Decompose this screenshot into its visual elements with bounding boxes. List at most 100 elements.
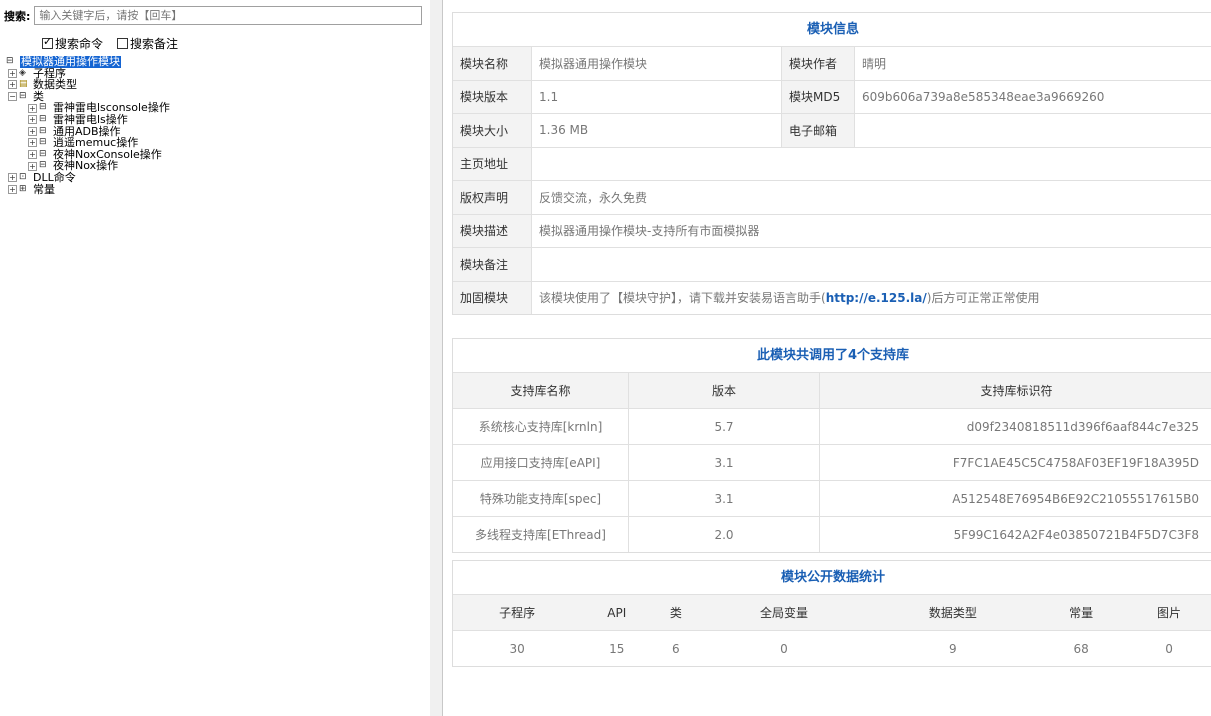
splitter[interactable] [430,0,443,716]
info-label: 模块版本 [453,79,532,114]
info-row: 模块版本 1.1 模块MD5 609b606a739a8e585348eae3a… [453,79,1211,114]
libraries-panel: 此模块共调用了4个支持库 支持库名称 版本 支持库标识符 系统核心支持库[krn… [452,338,1211,553]
table-row: 特殊功能支持库[spec] 3.1 A512548E76954B6E92C210… [453,480,1211,517]
collapse-icon[interactable]: − [8,92,17,102]
tree-item-label[interactable]: 雷神雷电ls操作 [53,114,128,126]
module-info-table: 模块名称 模拟器通用操作模块 模块作者 晴明 模块版本 1.1 模块MD5 60… [453,46,1211,314]
tree-item-class[interactable]: + ⊟ 逍遥memuc操作 [6,137,170,149]
info-label: 模块描述 [453,213,532,248]
library-version: 5.7 [628,408,820,445]
libraries-title: 此模块共调用了4个支持库 [756,348,910,363]
stats-header-row: 子程序 API 类 全局变量 数据类型 常量 图片 [453,594,1211,631]
class-icon: ⊟ [39,102,47,113]
expand-icon[interactable]: + [28,126,37,136]
tree-item-label[interactable]: 逍遥memuc操作 [53,137,138,149]
library-name: 特殊功能支持库[spec] [453,480,629,517]
stat-value: 15 [581,630,653,666]
class-icon: ⊟ [39,113,47,124]
tree-item-label[interactable]: 常量 [33,183,55,196]
module-info-title: 模块信息 [806,22,859,37]
info-row: 模块大小 1.36 MB 电子邮箱 [453,113,1211,147]
info-row: 模块备注 [453,247,1211,281]
expand-icon[interactable]: + [8,184,17,194]
expand-icon[interactable]: + [28,150,37,160]
library-id: F7FC1AE45C5C4758AF03EF19F18A395D [819,444,1211,481]
stats-table: 子程序 API 类 全局变量 数据类型 常量 图片 30 15 6 0 9 68… [453,594,1211,666]
expand-icon[interactable]: + [28,138,37,148]
info-value: 模拟器通用操作模块-支持所有市面模拟器 [531,213,1211,248]
library-id: 5F99C1642A2F4e03850721B4F5D7C3F8 [819,516,1211,552]
tree-item-root[interactable]: ⊟ 模拟器通用操作模块 [6,56,170,68]
stat-value: 0 [1125,630,1211,666]
info-value: 1.1 [531,79,782,114]
helper-download-link[interactable]: http://e.125.la/ [826,291,927,305]
stat-value: 68 [1037,630,1126,666]
search-row: 搜索: [4,6,423,25]
column-header: 类 [652,594,700,631]
table-row: 应用接口支持库[eAPI] 3.1 F7FC1AE45C5C4758AF03EF… [453,444,1211,481]
right-panel: 模块信息 模块名称 模拟器通用操作模块 模块作者 晴明 模块版本 1.1 模块M… [443,0,1211,716]
tree-item-label[interactable]: 模拟器通用操作模块 [20,56,121,68]
class-icon: ⊟ [39,137,47,148]
class-icon: ⊟ [19,90,27,101]
expand-icon[interactable]: + [28,115,37,125]
expand-icon[interactable]: + [28,103,37,113]
datatype-icon: ▤ [19,79,28,90]
search-remarks-checkbox[interactable]: 搜索备注 [117,35,178,52]
column-header: 版本 [628,372,820,409]
search-options: 搜索命令 搜索备注 [42,35,178,52]
tree-item-datatypes[interactable]: + ▤ 数据类型 [6,79,170,91]
checkbox-label: 搜索备注 [130,37,179,51]
checkbox-unchecked-icon[interactable] [117,38,129,49]
stat-value: 6 [652,630,700,666]
tree-item-class[interactable]: + ⊟ 雷神雷电ls操作 [6,114,170,126]
info-value [531,247,1211,281]
info-value: 晴明 [854,46,1211,80]
info-label: 版权声明 [453,180,532,214]
module-info-panel: 模块信息 模块名称 模拟器通用操作模块 模块作者 晴明 模块版本 1.1 模块M… [452,12,1211,315]
constant-icon: ⊞ [19,183,27,194]
tree-item-label[interactable]: 类 [33,91,44,103]
info-value: 609b606a739a8e585348eae3a9669260 [854,79,1211,114]
stat-value: 0 [699,630,869,666]
dll-icon: ⊡ [19,171,27,182]
tree-item-label[interactable]: DLL命令 [33,172,76,184]
column-header: 全局变量 [699,594,869,631]
table-row: 30 15 6 0 9 68 0 [453,630,1211,666]
stat-value: 9 [868,630,1038,666]
column-header: 子程序 [453,594,582,631]
library-name: 系统核心支持库[krnln] [453,408,629,445]
info-row: 模块描述 模拟器通用操作模块-支持所有市面模拟器 [453,213,1211,248]
tree-item-subprograms[interactable]: + ◈ 子程序 [6,67,170,80]
expand-icon[interactable]: + [28,161,37,171]
info-value: 反馈交流，永久免费 [531,180,1211,214]
tree-item-class[interactable]: + ⊟ 夜神Nox操作 [6,160,170,172]
tree-item-constants[interactable]: + ⊞ 常量 [6,183,170,196]
library-id: A512548E76954B6E92C21055517615B0 [819,480,1211,517]
expand-icon[interactable]: + [8,80,17,90]
search-commands-checkbox[interactable]: 搜索命令 [42,35,103,52]
info-value: 1.36 MB [531,113,782,147]
checkbox-checked-icon[interactable] [42,35,53,49]
protect-text: 该模块使用了【模块守护】，请下载并安装易语言助手( [539,291,826,306]
library-version: 2.0 [628,516,820,552]
column-header: 常量 [1037,594,1126,631]
info-label: 模块大小 [453,113,532,147]
stats-title: 模块公开数据统计 [780,570,885,585]
left-panel: 搜索: 搜索命令 搜索备注 ⊟ 模拟器通用操作模块 + ◈ 子程序 + ▤ 数据… [0,0,431,716]
checkbox-label: 搜索命令 [55,37,104,51]
column-header: 数据类型 [868,594,1038,631]
stat-value: 30 [453,630,582,666]
search-input[interactable] [34,6,423,25]
info-label: 主页地址 [453,146,532,181]
info-label: 电子邮箱 [781,113,855,147]
info-value [531,146,1211,181]
class-icon: ⊟ [39,148,47,159]
tree-item-dll[interactable]: + ⊡ DLL命令 [6,172,170,184]
info-value [854,113,1211,147]
protect-text: )后方可正常正常使用 [926,291,1040,306]
expand-icon[interactable]: + [8,173,17,183]
module-icon: ⊟ [6,56,14,66]
expand-icon[interactable]: + [8,68,17,78]
search-label: 搜索: [4,9,31,23]
